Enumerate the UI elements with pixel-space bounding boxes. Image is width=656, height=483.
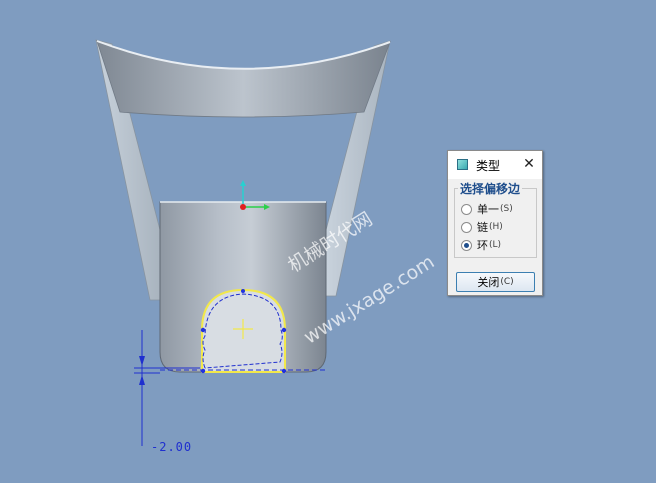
option-single[interactable]: 单一 (S) bbox=[461, 201, 513, 217]
option-label: 环 bbox=[477, 239, 488, 252]
feature-type-icon bbox=[457, 159, 468, 170]
radio-loop[interactable] bbox=[461, 239, 472, 251]
vertex-handle[interactable] bbox=[200, 327, 206, 333]
vertex-handle[interactable] bbox=[281, 368, 287, 374]
option-chain[interactable]: 链 (H) bbox=[461, 219, 503, 235]
dimension-value-label[interactable]: -2.00 bbox=[151, 440, 192, 454]
type-dialog: 类型 ✕ 选择偏移边 单一 (S) 链 (H) 环 (L) 关闭 (C) bbox=[447, 150, 543, 296]
radio-chain[interactable] bbox=[461, 221, 472, 233]
close-button-label: 关闭 bbox=[477, 276, 500, 289]
close-button[interactable]: 关闭 (C) bbox=[456, 272, 535, 292]
close-button-shortcut: (C) bbox=[500, 277, 514, 287]
radio-single[interactable] bbox=[461, 203, 472, 215]
dialog-title: 类型 bbox=[476, 159, 501, 173]
option-shortcut: (L) bbox=[489, 240, 502, 250]
dialog-titlebar[interactable]: 类型 ✕ bbox=[448, 151, 542, 179]
vertex-handle[interactable] bbox=[281, 327, 287, 333]
option-label: 单一 bbox=[477, 203, 499, 216]
group-title: 选择偏移边 bbox=[458, 180, 523, 197]
option-label: 链 bbox=[477, 221, 488, 234]
vertex-handle[interactable] bbox=[241, 289, 245, 293]
close-icon[interactable]: ✕ bbox=[520, 155, 538, 173]
option-shortcut: (H) bbox=[489, 222, 503, 232]
model-top-band bbox=[96, 40, 391, 118]
option-loop[interactable]: 环 (L) bbox=[461, 237, 501, 253]
option-shortcut: (S) bbox=[500, 204, 513, 214]
vertex-handle[interactable] bbox=[200, 368, 206, 374]
